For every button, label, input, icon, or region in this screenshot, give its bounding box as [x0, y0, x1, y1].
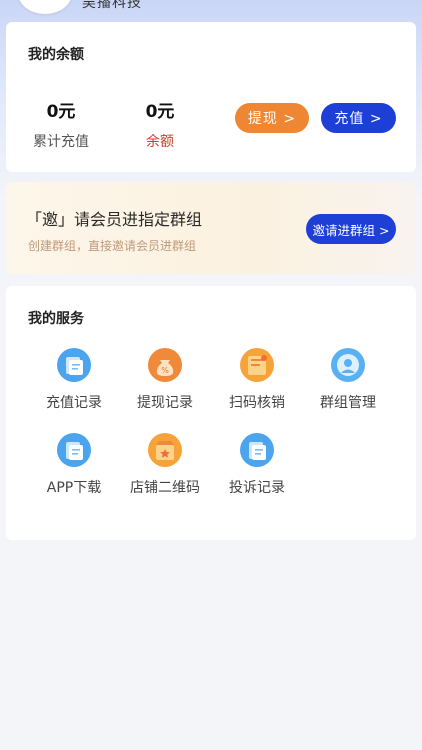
services-title: 我的服务 — [28, 311, 84, 327]
withdraw-button[interactable]: 提现 > — [235, 103, 309, 133]
services-card: 我的服务 充值记录 % 提现记录 扫码核销 群组管理 APP下载 店铺二维码 投… — [6, 286, 416, 540]
service-label: 提现记录 — [137, 395, 193, 411]
balance-value: 0元 — [145, 102, 175, 122]
service-scan-verify[interactable]: 扫码核销 — [212, 348, 302, 412]
svg-text:%: % — [161, 366, 169, 375]
invite-subtitle: 创建群组，直接邀请会员进群组 — [28, 239, 197, 253]
document-icon — [240, 433, 274, 467]
service-label: 群组管理 — [320, 395, 376, 411]
total-recharge-value: 0元 — [46, 102, 76, 122]
total-recharge-label: 累计充值 — [33, 134, 89, 150]
service-withdraw-records[interactable]: % 提现记录 — [120, 348, 210, 412]
invite-to-group-button[interactable]: 邀请进群组 > — [306, 214, 396, 244]
document-icon — [57, 348, 91, 382]
document-icon — [57, 433, 91, 467]
balance-title: 我的余额 — [28, 47, 84, 63]
service-label: 店铺二维码 — [130, 480, 200, 496]
balance-label: 余额 — [146, 134, 174, 150]
invite-title: 「邀」请会员进指定群组 — [26, 210, 203, 229]
shop-icon — [148, 433, 182, 467]
user-icon — [331, 348, 365, 382]
service-app-download[interactable]: APP下载 — [29, 433, 119, 497]
brand-name: 吴播科技 — [82, 0, 142, 11]
service-recharge-records[interactable]: 充值记录 — [29, 348, 119, 412]
service-label: 充值记录 — [46, 395, 102, 411]
service-label: 投诉记录 — [229, 480, 285, 496]
service-label: 扫码核销 — [229, 395, 285, 411]
service-group-management[interactable]: 群组管理 — [303, 348, 393, 412]
coin-bag-icon: % — [148, 348, 182, 382]
receipt-icon — [240, 348, 274, 382]
service-label: APP下载 — [46, 480, 102, 496]
invite-banner: 「邀」请会员进指定群组 创建群组，直接邀请会员进群组 邀请进群组 > — [6, 182, 416, 274]
recharge-button[interactable]: 充值 > — [321, 103, 396, 133]
balance-card: 我的余额 0元 累计充值 0元 余额 提现 > 充值 > — [6, 22, 416, 172]
service-shop-qrcode[interactable]: 店铺二维码 — [120, 433, 210, 497]
service-complaint-records[interactable]: 投诉记录 — [212, 433, 302, 497]
